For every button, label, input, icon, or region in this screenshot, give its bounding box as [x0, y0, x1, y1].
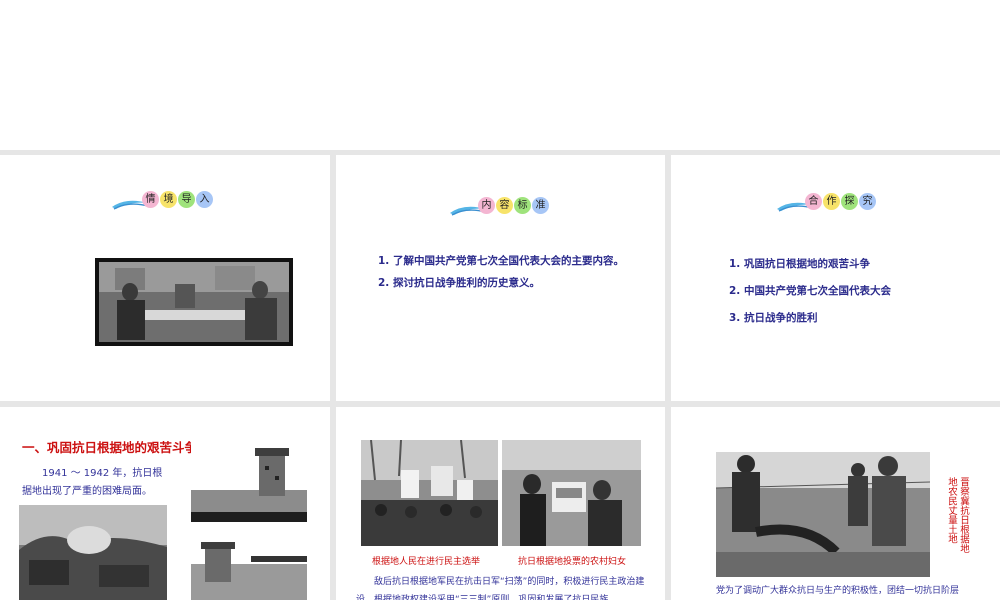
slide-thumbnail-4[interactable]: 一、巩固抗日根据地的艰苦斗争 1941 ～ 1942 年，抗日根据地出现了严重的… [0, 407, 330, 600]
slide-thumbnail-1[interactable]: 情 境 导 入 [0, 155, 330, 401]
section-badge: 情 境 导 入 [110, 191, 220, 215]
slide-thumbnail-2[interactable]: 内 容 标 准 1. 了解中国共产党第七次全国代表大会的主要内容。 2. 探讨抗… [336, 155, 665, 401]
badge-char: 合 [805, 193, 822, 210]
list-item: 3. 抗日战争的胜利 [729, 312, 818, 324]
badge-char: 内 [478, 197, 495, 214]
photo-blockhouse-2 [191, 540, 307, 600]
photo-caption-right: 抗日根据地投票的农村妇女 [518, 557, 627, 567]
section-badge: 内 容 标 准 [448, 197, 558, 221]
badge-char: 究 [859, 193, 876, 210]
body-paragraph: 敌后抗日根据地军民在抗击日军“扫荡”的同时，积极进行民主政治建设。根据地政权建设… [356, 577, 645, 600]
photo-democratic-election [361, 440, 498, 546]
badge-char: 探 [841, 193, 858, 210]
photo-burning-village [19, 505, 167, 600]
historical-photo-signing [95, 258, 293, 346]
photo-land-measuring [716, 452, 930, 577]
photo-caption-left: 根据地人民在进行民主选举 [372, 557, 481, 567]
photo-women-voting [502, 440, 641, 546]
body-paragraph: 党为了调动广大群众抗日与生产的积极性，团结一切抗日阶层 [716, 586, 960, 596]
badge-char: 准 [532, 197, 549, 214]
badge-char: 作 [823, 193, 840, 210]
badge-char: 情 [142, 191, 159, 208]
vertical-caption-left: 地农民丈量土地 [946, 477, 957, 544]
slide-thumbnail-3[interactable]: 合 作 探 究 1. 巩固抗日根据地的艰苦斗争 2. 中国共产党第七次全国代表大… [671, 155, 1000, 401]
blank-header-area [0, 0, 1000, 150]
badge-char: 入 [196, 191, 213, 208]
list-item: 2. 探讨抗日战争胜利的历史意义。 [378, 277, 540, 289]
body-paragraph: 1941 ～ 1942 年，抗日根据地出现了严重的困难局面。 [22, 468, 163, 497]
photo-blockhouse-river [191, 442, 307, 522]
slide-thumbnail-6[interactable]: 地农民丈量土地 晋察冀抗日根据地 党为了调动广大群众抗日与生产的积极性，团结一切… [671, 407, 1000, 600]
list-item: 1. 了解中国共产党第七次全国代表大会的主要内容。 [378, 255, 624, 267]
vertical-caption-right: 晋察冀抗日根据地 [958, 477, 969, 553]
list-item: 2. 中国共产党第七次全国代表大会 [729, 285, 891, 297]
content-standards-list: 1. 了解中国共产党第七次全国代表大会的主要内容。 2. 探讨抗日战争胜利的历史… [378, 253, 624, 290]
badge-char: 标 [514, 197, 531, 214]
section-badge: 合 作 探 究 [775, 193, 885, 217]
section-title: 一、巩固抗日根据地的艰苦斗争 [22, 440, 198, 455]
badge-char: 境 [160, 191, 177, 208]
badge-char: 容 [496, 197, 513, 214]
list-item: 1. 巩固抗日根据地的艰苦斗争 [729, 258, 870, 270]
badge-char: 导 [178, 191, 195, 208]
slide-thumbnail-5[interactable]: 根据地人民在进行民主选举 抗日根据地投票的农村妇女 敌后抗日根据地军民在抗击日军… [336, 407, 665, 600]
cooperative-inquiry-list: 1. 巩固抗日根据地的艰苦斗争 2. 中国共产党第七次全国代表大会 3. 抗日战… [729, 256, 891, 325]
